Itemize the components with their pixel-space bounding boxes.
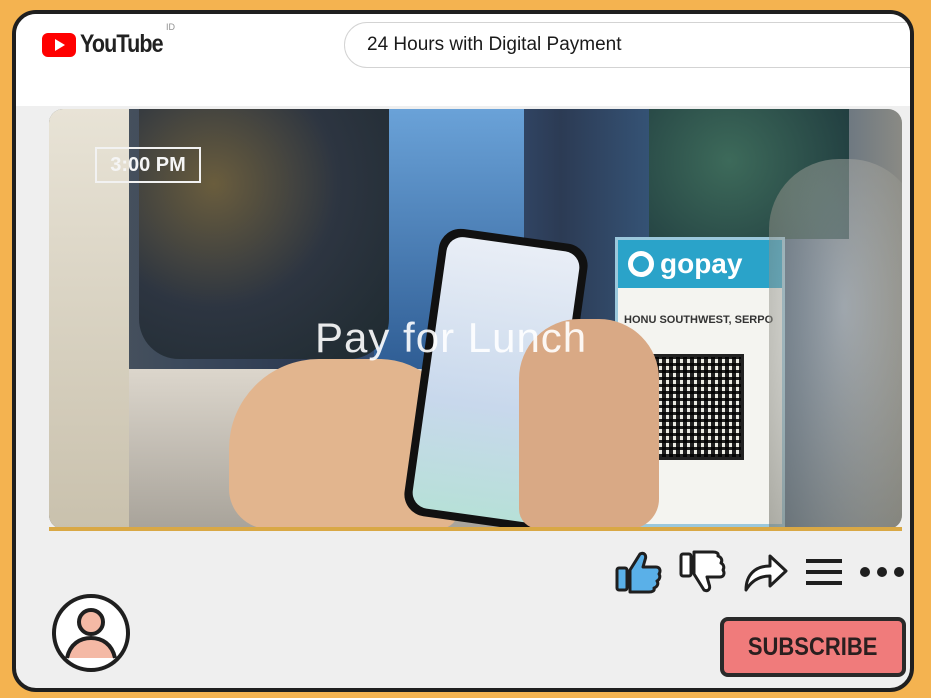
progress-fill xyxy=(49,527,902,531)
user-avatar-icon[interactable] xyxy=(50,592,132,679)
gopay-brand: gopay xyxy=(660,248,743,279)
header: YouTube ID 24 Hours with Digital Payment xyxy=(16,14,910,106)
glass-jar xyxy=(769,159,902,529)
gopay-circle-icon xyxy=(628,251,654,277)
search-input[interactable]: 24 Hours with Digital Payment xyxy=(344,22,910,68)
more-dots-icon[interactable] xyxy=(858,562,906,587)
video-caption: Pay for Lunch xyxy=(315,314,588,361)
thumbs-down-icon[interactable] xyxy=(678,550,728,599)
gopay-logo: gopay xyxy=(618,240,782,288)
share-arrow-icon[interactable] xyxy=(742,550,790,599)
thumbs-up-icon[interactable] xyxy=(614,550,664,599)
action-bar xyxy=(614,550,906,599)
region-code: ID xyxy=(166,22,175,32)
youtube-play-icon xyxy=(42,32,76,57)
app-frame: YouTube ID 24 Hours with Digital Payment… xyxy=(12,10,914,692)
merchant-name: HONU SOUTHWEST, SERPO xyxy=(624,314,774,326)
progress-bar[interactable] xyxy=(49,527,902,531)
subscribe-label: SUBSCRIBE xyxy=(748,632,878,661)
list-icon[interactable] xyxy=(804,554,844,595)
youtube-logo[interactable]: YouTube xyxy=(42,30,176,59)
video-player[interactable]: gopay HONU SOUTHWEST, SERPO 3:00 PM Pay … xyxy=(49,109,902,529)
search-query: 24 Hours with Digital Payment xyxy=(367,34,622,55)
youtube-wordmark: YouTube xyxy=(80,30,164,58)
timestamp-badge: 3:00 PM xyxy=(95,147,201,183)
subscribe-button[interactable]: SUBSCRIBE xyxy=(720,617,906,677)
